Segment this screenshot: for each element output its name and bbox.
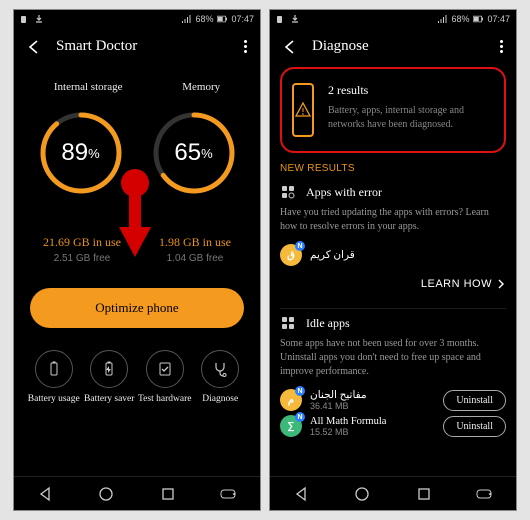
- smart-doctor-screen: 68% 07:47 Smart Doctor Internal storage …: [13, 9, 261, 511]
- app-size: 15.52 MB: [310, 427, 435, 437]
- memory-in-use: 1.98 GB in use: [159, 235, 231, 250]
- red-arrow-annotation: [115, 167, 155, 270]
- nav-home[interactable]: [352, 484, 372, 504]
- nav-extra[interactable]: [475, 484, 495, 504]
- idle-apps-desc: Some apps have not been used for over 3 …: [280, 337, 506, 379]
- idle-app-row: ∑N All Math Formula 15.52 MB Uninstall: [280, 415, 506, 437]
- storage-pct: 89: [61, 139, 88, 167]
- nav-recent[interactable]: [158, 484, 178, 504]
- app-name: قران كريم: [310, 249, 506, 261]
- uninstall-button[interactable]: Uninstall: [443, 416, 506, 437]
- status-bar: 68% 07:47: [14, 10, 260, 28]
- storage-ring: 89%: [35, 107, 127, 199]
- page-title: Smart Doctor: [56, 38, 230, 55]
- uninstall-button[interactable]: Uninstall: [443, 390, 506, 411]
- device-warning-icon: [292, 83, 314, 137]
- back-icon[interactable]: [26, 39, 42, 55]
- diagnose-tool[interactable]: Diagnose: [193, 350, 247, 405]
- battery-percent: 68%: [195, 14, 213, 24]
- app-name: مفاتيح الجنان: [310, 389, 435, 401]
- nav-home[interactable]: [96, 484, 116, 504]
- idle-apps-icon: [280, 315, 296, 331]
- test-hardware-icon: [157, 361, 173, 377]
- download-icon: [290, 14, 300, 24]
- signal-icon: [437, 14, 447, 24]
- storage-in-use: 21.69 GB in use: [43, 235, 121, 250]
- memory-label: Memory: [182, 81, 220, 93]
- status-bar: 68% 07:47: [270, 10, 516, 28]
- diagnose-screen: 68% 07:47 Diagnose 2 results Battery, ap…: [269, 9, 517, 511]
- navigation-bar: [270, 476, 516, 510]
- page-title: Diagnose: [312, 38, 486, 55]
- sim-icon: [20, 14, 30, 24]
- main-content: 2 results Battery, apps, internal storag…: [270, 63, 516, 476]
- internal-storage-label: Internal storage: [54, 81, 123, 93]
- memory-ring: 65%: [148, 107, 240, 199]
- memory-usage: 1.98 GB in use 1.04 GB free: [159, 235, 231, 264]
- sim-icon: [276, 14, 286, 24]
- app-name: All Math Formula: [310, 416, 435, 427]
- new-results-label: NEW RESULTS: [280, 163, 506, 174]
- error-app-row[interactable]: قN قران كريم: [280, 244, 506, 266]
- download-icon: [34, 14, 44, 24]
- memory-pct: 65: [174, 139, 201, 167]
- memory-free: 1.04 GB free: [159, 253, 231, 264]
- clock: 07:47: [487, 14, 510, 24]
- results-description: Battery, apps, internal storage and netw…: [328, 104, 494, 132]
- battery-icon: [473, 14, 483, 24]
- learn-how-button[interactable]: LEARN HOW: [280, 278, 506, 290]
- battery-usage-tool[interactable]: Battery usage: [27, 350, 81, 405]
- app-icon: مN: [280, 389, 302, 411]
- idle-app-row: مN مفاتيح الجنان 36.41 MB Uninstall: [280, 389, 506, 411]
- apps-error-desc: Have you tried updating the apps with er…: [280, 206, 506, 234]
- battery-usage-icon: [46, 361, 62, 377]
- app-header: Smart Doctor: [14, 28, 260, 63]
- app-icon: ∑N: [280, 415, 302, 437]
- battery-saver-icon: [101, 361, 117, 377]
- back-icon[interactable]: [282, 39, 298, 55]
- nav-back[interactable]: [291, 484, 311, 504]
- test-hardware-tool[interactable]: Test hardware: [138, 350, 192, 405]
- app-size: 36.41 MB: [310, 401, 435, 411]
- optimize-button[interactable]: Optimize phone: [30, 288, 244, 328]
- idle-apps-title: Idle apps: [306, 316, 350, 331]
- nav-back[interactable]: [35, 484, 55, 504]
- navigation-bar: [14, 476, 260, 510]
- results-summary-box: 2 results Battery, apps, internal storag…: [280, 67, 506, 153]
- battery-icon: [217, 14, 227, 24]
- results-count: 2 results: [328, 83, 494, 98]
- battery-percent: 68%: [451, 14, 469, 24]
- storage-free: 2.51 GB free: [43, 253, 121, 264]
- storage-usage: 21.69 GB in use 2.51 GB free: [43, 235, 121, 264]
- signal-icon: [181, 14, 191, 24]
- main-content: Internal storage Memory 89% 65%: [14, 63, 260, 476]
- app-header: Diagnose: [270, 28, 516, 63]
- clock: 07:47: [231, 14, 254, 24]
- apps-error-title: Apps with error: [306, 185, 382, 200]
- apps-error-icon: [280, 184, 296, 200]
- battery-saver-tool[interactable]: Battery saver: [82, 350, 136, 405]
- chevron-right-icon: [496, 279, 506, 289]
- more-icon[interactable]: [244, 40, 248, 53]
- more-icon[interactable]: [500, 40, 504, 53]
- nav-extra[interactable]: [219, 484, 239, 504]
- diagnose-icon: [212, 361, 228, 377]
- app-icon: قN: [280, 244, 302, 266]
- nav-recent[interactable]: [414, 484, 434, 504]
